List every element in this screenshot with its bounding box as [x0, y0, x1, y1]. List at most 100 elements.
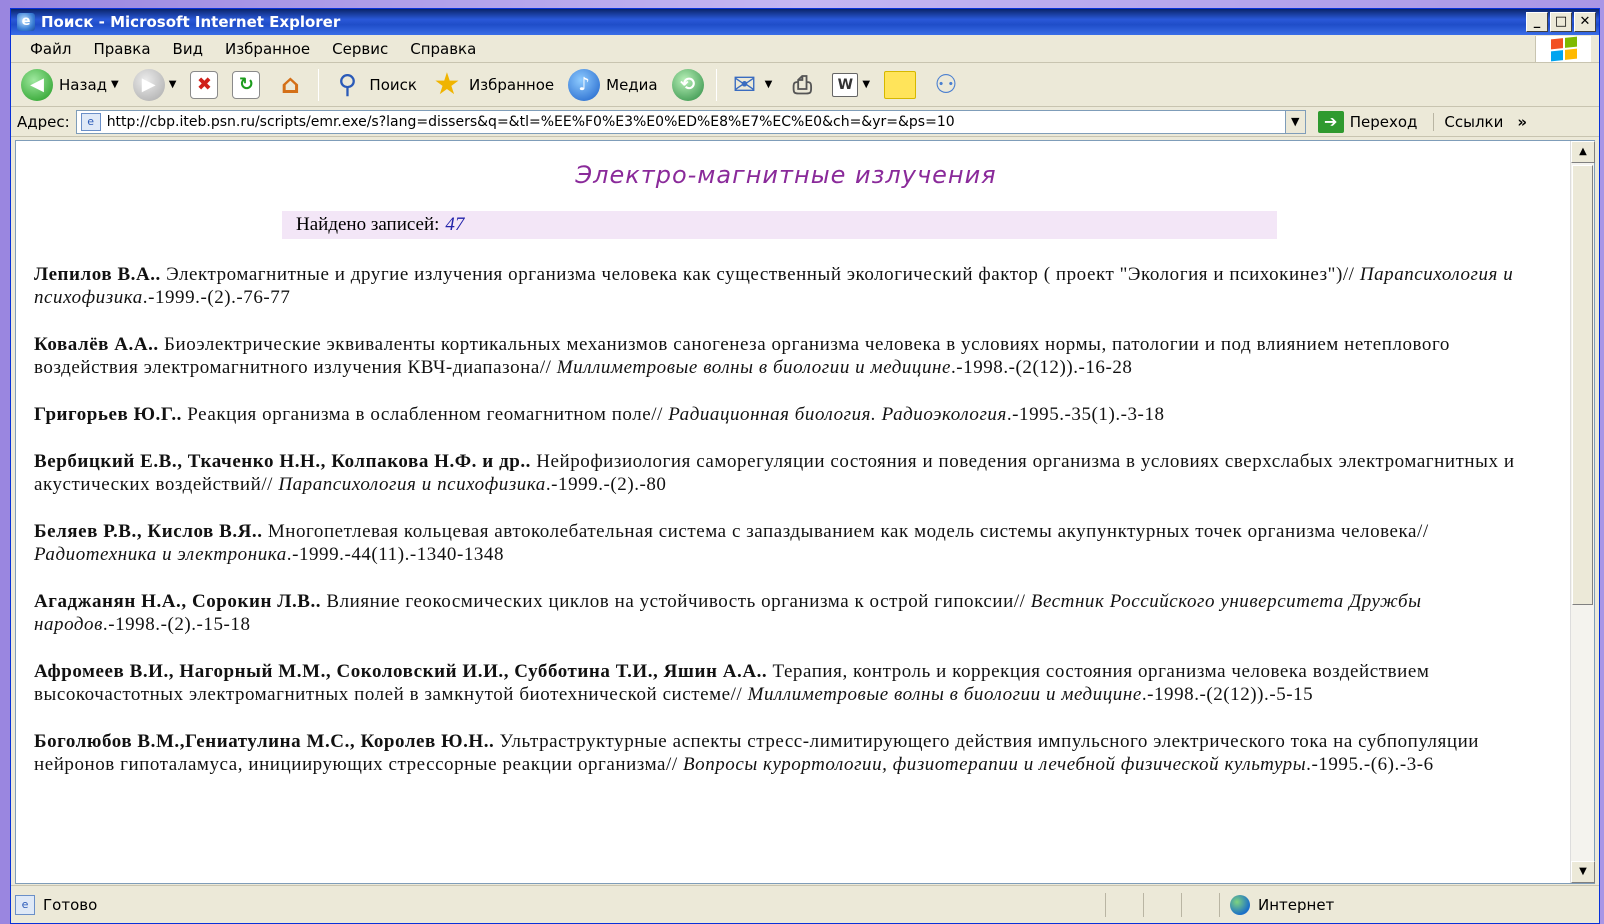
- back-dropdown-icon[interactable]: ▼: [111, 79, 119, 90]
- record-authors: Ковалёв А.А..: [34, 334, 159, 355]
- search-label: Поиск: [369, 75, 417, 94]
- record-title: Электромагнитные и другие излучения орга…: [160, 264, 1360, 285]
- window-title: Поиск - Microsoft Internet Explorer: [41, 13, 341, 31]
- address-dropdown-icon[interactable]: ▼: [1284, 110, 1305, 133]
- status-panel: [1143, 892, 1181, 917]
- media-button[interactable]: ♪ Медиа: [564, 67, 661, 103]
- record-details: .-1999.-(2).-80: [545, 474, 667, 495]
- list-item: Григорьев Ю.Г.. Реакция организма в осла…: [34, 403, 1538, 426]
- status-bar: e Готово Интернет: [11, 885, 1599, 923]
- status-panel: [1105, 892, 1143, 917]
- record-authors: Григорьев Ю.Г..: [34, 404, 182, 425]
- page-status-icon: e: [15, 894, 35, 915]
- address-bar: Адрес: e http://cbp.iteb.psn.ru/scripts/…: [11, 107, 1599, 137]
- forward-button[interactable]: ▶ ▼: [129, 67, 181, 103]
- go-arrow-icon: ➔: [1317, 110, 1344, 133]
- scroll-down-icon[interactable]: ▼: [1571, 861, 1595, 883]
- refresh-button[interactable]: ↻: [228, 67, 264, 103]
- scroll-up-icon[interactable]: ▲: [1571, 141, 1595, 163]
- history-button[interactable]: ⟲: [668, 67, 708, 103]
- list-item: Афромеев В.И., Нагорный М.М., Соколовски…: [34, 660, 1538, 706]
- record-source: Парапсихология и психофизика: [278, 474, 546, 495]
- edit-dropdown-icon[interactable]: ▼: [862, 79, 870, 90]
- media-label: Медиа: [606, 75, 658, 94]
- menu-edit[interactable]: Правка: [82, 40, 161, 58]
- star-icon: ★: [433, 67, 461, 102]
- list-item: Лепилов В.А.. Электромагнитные и другие …: [34, 263, 1538, 309]
- record-title: Многопетлевая кольцевая автоколебательна…: [262, 521, 1429, 542]
- record-source: Миллиметровые волны в биологии и медицин…: [747, 684, 1142, 705]
- links-button[interactable]: Ссылки: [1433, 112, 1503, 131]
- history-icon: ⟲: [671, 68, 704, 101]
- results-count-bar: Найдено записей: 47: [282, 211, 1277, 239]
- toolbar-separator: [318, 68, 320, 101]
- go-label: Переход: [1349, 112, 1418, 131]
- close-button[interactable]: ✕: [1574, 12, 1596, 32]
- menu-help[interactable]: Справка: [399, 40, 487, 58]
- standard-toolbar: ◀ Назад ▼ ▶ ▼ ✖ ↻ ⌂ ⚲ Поиск ★ Избранное …: [11, 63, 1599, 107]
- record-details: .-1998.-(2).-15-18: [102, 614, 251, 635]
- browser-window: e Поиск - Microsoft Internet Explorer _ …: [10, 8, 1600, 924]
- search-icon: ⚲: [337, 69, 357, 100]
- address-url[interactable]: http://cbp.iteb.psn.ru/scripts/emr.exe/s…: [107, 114, 1285, 130]
- record-source: Радиационная биология. Радиоэкология: [668, 404, 1007, 425]
- record-source: Миллиметровые волны в биологии и медицин…: [556, 357, 951, 378]
- mail-icon: ✉: [732, 68, 757, 101]
- address-label: Адрес:: [17, 112, 70, 131]
- refresh-icon: ↻: [232, 70, 261, 99]
- menu-view[interactable]: Вид: [162, 40, 214, 58]
- results-count: 47: [445, 214, 465, 235]
- stop-button[interactable]: ✖: [186, 67, 222, 103]
- results-list: Лепилов В.А.. Электромагнитные и другие …: [34, 263, 1538, 776]
- favorites-label: Избранное: [468, 75, 555, 94]
- record-details: .-1999.-(2).-76-77: [142, 287, 291, 308]
- forward-arrow-icon: ▶: [132, 68, 165, 101]
- record-authors: Боголюбов В.М.,Гениатулина М.С., Королев…: [34, 731, 495, 752]
- discuss-button[interactable]: [880, 67, 920, 103]
- favorites-button[interactable]: ★ Избранное: [427, 67, 558, 103]
- record-authors: Агаджанян Н.А., Сорокин Л.В..: [34, 591, 322, 612]
- windows-logo: [1535, 36, 1591, 62]
- address-input[interactable]: e http://cbp.iteb.psn.ru/scripts/emr.exe…: [75, 109, 1306, 134]
- edit-button[interactable]: W ▼: [828, 67, 874, 103]
- minimize-button[interactable]: _: [1526, 12, 1548, 32]
- back-arrow-icon: ◀: [21, 68, 53, 101]
- record-source: Вопросы курортологии, физиотерапии и леч…: [682, 754, 1307, 775]
- messenger-button[interactable]: ⚇: [926, 67, 966, 103]
- ie-icon: e: [17, 13, 35, 31]
- record-authors: Беляев Р.В., Кислов В.Я..: [34, 521, 263, 542]
- back-button[interactable]: ◀ Назад ▼: [17, 67, 123, 103]
- record-authors: Лепилов В.А..: [34, 264, 161, 285]
- record-details: .-1995.-(6).-3-6: [1306, 754, 1434, 775]
- list-item: Беляев Р.В., Кислов В.Я.. Многопетлевая …: [34, 520, 1538, 566]
- forward-dropdown-icon[interactable]: ▼: [169, 79, 177, 90]
- scroll-thumb[interactable]: [1572, 165, 1593, 605]
- print-button[interactable]: ⎙: [782, 67, 822, 103]
- list-item: Вербицкий Е.В., Ткаченко Н.Н., Колпакова…: [34, 450, 1538, 496]
- mail-button[interactable]: ✉ ▼: [725, 67, 777, 103]
- vertical-scrollbar[interactable]: ▲ ▼: [1570, 141, 1595, 883]
- record-authors: Вербицкий Е.В., Ткаченко Н.Н., Колпакова…: [34, 451, 531, 472]
- list-item: Боголюбов В.М.,Гениатулина М.С., Королев…: [34, 730, 1538, 776]
- status-panel: [1181, 892, 1219, 917]
- menu-favorites[interactable]: Избранное: [214, 40, 321, 58]
- record-title: Реакция организма в ослабленном геомагни…: [181, 404, 669, 425]
- mail-dropdown-icon[interactable]: ▼: [765, 79, 773, 90]
- title-bar: e Поиск - Microsoft Internet Explorer _ …: [11, 9, 1599, 35]
- globe-icon: [1230, 894, 1250, 915]
- record-details: .-1999.-44(11).-1340-1348: [286, 544, 505, 565]
- menu-file[interactable]: Файл: [19, 40, 82, 58]
- menu-tools[interactable]: Сервис: [321, 40, 399, 58]
- printer-icon: ⎙: [792, 70, 812, 99]
- security-zone: Интернет: [1219, 892, 1335, 917]
- word-icon: W: [832, 72, 859, 97]
- chevron-right-icon[interactable]: »: [1517, 113, 1527, 131]
- page-title: Электро-магнитные излучения: [575, 161, 997, 189]
- go-button[interactable]: ➔ Переход: [1317, 110, 1418, 133]
- zone-label: Интернет: [1258, 895, 1335, 914]
- maximize-button[interactable]: □: [1550, 12, 1572, 32]
- list-item: Ковалёв А.А.. Биоэлектрические эквивален…: [34, 333, 1538, 379]
- search-button[interactable]: ⚲ Поиск: [327, 67, 421, 103]
- home-button[interactable]: ⌂: [270, 67, 310, 103]
- home-icon: ⌂: [281, 69, 300, 100]
